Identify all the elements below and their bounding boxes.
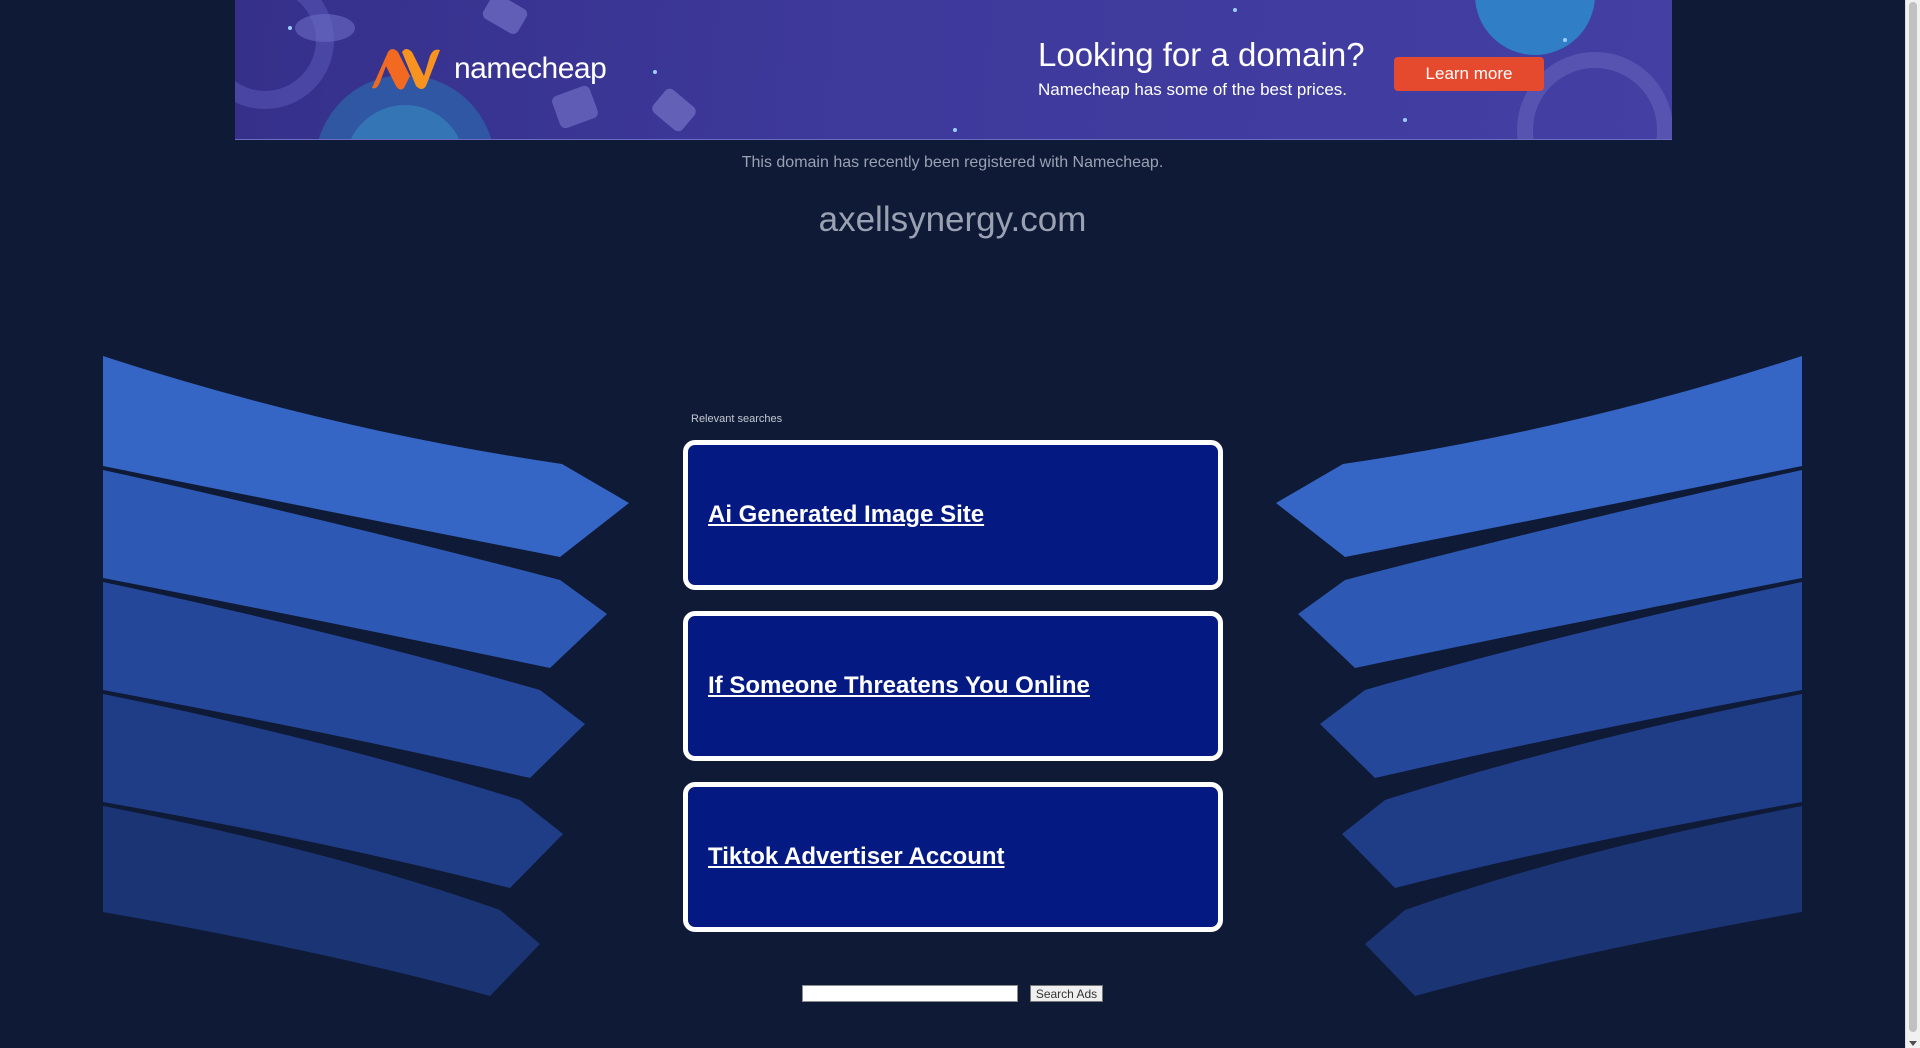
vertical-scrollbar[interactable] [1905,0,1920,1048]
namecheap-n-icon [372,49,440,90]
ad-result[interactable]: If Someone Threatens You Online [683,611,1223,761]
left-wing [103,356,629,996]
scrollbar-thumb[interactable] [1909,2,1917,1032]
namecheap-logo: namecheap [370,48,607,90]
right-wing [1276,356,1802,996]
search-input[interactable] [802,985,1018,1002]
ad-result[interactable]: Tiktok Advertiser Account [683,782,1223,932]
search-ads-button[interactable]: Search Ads [1030,985,1103,1002]
ad-link[interactable]: Ai Generated Image Site [708,501,984,529]
logo-text: namecheap [454,52,607,85]
scroll-down-arrow-icon[interactable] [1909,1041,1917,1046]
learn-more-button[interactable]: Learn more [1394,57,1544,91]
relevant-searches-label: Relevant searches [691,413,783,425]
ad-link[interactable]: Tiktok Advertiser Account [708,843,1005,871]
namecheap-banner[interactable]: namecheap Looking for a domain? Namechea… [235,0,1672,140]
banner-headline: Looking for a domain? [1038,36,1365,73]
search-bar: Search Ads [802,985,1103,1002]
ad-result[interactable]: Ai Generated Image Site [683,440,1223,590]
domain-name: axellsynergy.com [818,200,1087,239]
ad-link[interactable]: If Someone Threatens You Online [708,672,1090,700]
page: namecheap Looking for a domain? Namechea… [0,0,1905,1048]
banner-subline: Namecheap has some of the best prices. [1038,80,1347,99]
registered-notice: This domain has recently been registered… [741,154,1164,171]
